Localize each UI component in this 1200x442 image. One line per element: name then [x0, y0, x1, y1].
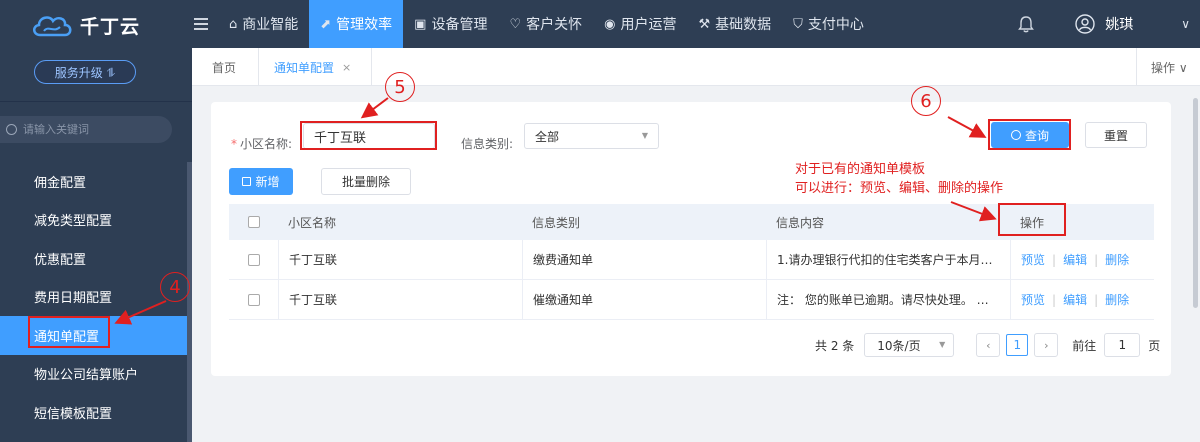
tab-notice-config[interactable]: 通知单配置 ×: [258, 48, 372, 86]
main-scrollbar[interactable]: [1190, 86, 1200, 442]
prev-page-button[interactable]: ‹: [976, 333, 1001, 357]
cell-type: 缴费通知单: [522, 240, 766, 279]
page-unit-label: 页: [1148, 338, 1161, 353]
scrollbar-thumb[interactable]: [1193, 98, 1198, 308]
annotation-box-community: [300, 121, 437, 150]
sidebar-item-commission[interactable]: 佣金配置: [0, 162, 188, 201]
annotation-box-query: [988, 119, 1071, 150]
table-row[interactable]: 千丁互联 缴费通知单 1.请办理银行代扣的住宅类客户于本月… 预览 | 编辑 |…: [229, 240, 1154, 280]
col-header-name: 小区名称: [288, 215, 337, 230]
goto-label: 前往: [1072, 338, 1097, 353]
search-icon: [6, 124, 17, 135]
nav-user-operations[interactable]: ◉ 用户运营: [593, 0, 687, 48]
page-number[interactable]: 1: [1006, 334, 1029, 356]
add-button[interactable]: 新增: [229, 168, 293, 195]
annotation-box-ops: [998, 203, 1066, 236]
row-checkbox[interactable]: [247, 253, 260, 266]
row-checkbox[interactable]: [247, 293, 260, 306]
nav-management-efficiency[interactable]: ⬈ 管理效率: [309, 0, 404, 48]
user-avatar-icon[interactable]: [1075, 14, 1095, 34]
wrench-icon: ⚒: [698, 16, 711, 32]
sidebar-item-settlement-account[interactable]: 物业公司结算账户: [0, 355, 188, 394]
annotation-note: 对于已有的通知单模板 可以进行：预览、编辑、删除的操作: [795, 162, 1004, 196]
top-navbar: ⌂ 商业智能 ⬈ 管理效率 ▣ 设备管理 ♡ 客户关怀 ◉ 用户运营 ⚒ 基础数据 ⛉ 支付中…: [192, 0, 1200, 48]
bell-icon[interactable]: [1017, 15, 1035, 33]
chart-icon: ⬈: [320, 16, 332, 32]
menu-toggle-icon[interactable]: [194, 15, 208, 33]
cell-name: 千丁互联: [278, 240, 522, 279]
chevron-down-icon: ▼: [939, 340, 946, 349]
user-ops-icon: ◉: [604, 16, 616, 32]
col-header-type: 信息类别: [532, 215, 581, 230]
pagination: 共 2 条 10条/页 ▼ ‹ 1 › 前往 1 页: [815, 333, 1160, 357]
sidebar-item-sms-template[interactable]: 短信模板配置: [0, 393, 188, 432]
sidebar: 千丁云 服务升级 ⥮ 佣金配置 减免类型配置 优惠配置 费用日期配置 通知单配置…: [0, 0, 192, 442]
annotation-number-4: 4: [160, 272, 190, 302]
page-size-select[interactable]: 10条/页 ▼: [864, 333, 955, 357]
sidebar-search[interactable]: [0, 116, 172, 143]
cell-ops: 预览 | 编辑 | 删除: [1010, 280, 1154, 319]
cell-content: 1.请办理银行代扣的住宅类客户于本月…: [766, 240, 1010, 279]
device-icon: ▣: [414, 16, 427, 32]
cell-name: 千丁互联: [278, 280, 522, 319]
sidebar-divider: [0, 101, 192, 102]
page-tabs: 首页 通知单配置 × 操作 ∨: [192, 48, 1200, 86]
edit-icon: [242, 177, 252, 186]
sidebar-item-reduction-types[interactable]: 减免类型配置: [0, 201, 188, 240]
edit-link[interactable]: 编辑: [1063, 251, 1087, 268]
delete-link[interactable]: 删除: [1105, 251, 1129, 268]
logo[interactable]: 千丁云: [30, 8, 140, 42]
total-count: 共 2 条: [815, 338, 855, 353]
preview-link[interactable]: 预览: [1021, 251, 1045, 268]
tabs-operations-menu[interactable]: 操作 ∨: [1136, 48, 1200, 86]
cloud-logo-icon: [33, 16, 72, 37]
separator: |: [1052, 292, 1057, 307]
nav-payment-center[interactable]: ⛉ 支付中心: [782, 0, 875, 48]
col-header-content: 信息内容: [776, 215, 825, 230]
shield-icon: ⛉: [793, 16, 803, 32]
info-type-label: 信息类别:: [461, 137, 514, 151]
separator: |: [1094, 292, 1099, 307]
building-icon: ⌂: [229, 16, 238, 32]
required-marker: *: [231, 137, 237, 151]
select-all-checkbox[interactable]: [247, 216, 260, 228]
tab-home[interactable]: 首页: [212, 48, 236, 86]
annotation-number-5: 5: [385, 72, 415, 102]
chevron-down-icon[interactable]: ∨: [1181, 17, 1190, 31]
annotation-box-sidebar: [28, 316, 110, 348]
preview-link[interactable]: 预览: [1021, 291, 1045, 308]
sidebar-item-discount[interactable]: 优惠配置: [0, 239, 188, 278]
info-type-select[interactable]: 全部 ▼: [524, 123, 659, 149]
sidebar-menu: 佣金配置 减免类型配置 优惠配置 费用日期配置 通知单配置 物业公司结算账户 短…: [0, 162, 188, 432]
next-page-button[interactable]: ›: [1034, 333, 1059, 357]
nav-business-intelligence[interactable]: ⌂ 商业智能: [218, 0, 309, 48]
separator: |: [1052, 252, 1057, 267]
nav-device-management[interactable]: ▣ 设备管理: [403, 0, 498, 48]
brand-name: 千丁云: [80, 15, 141, 38]
sidebar-search-input[interactable]: [23, 123, 163, 136]
upgrade-button[interactable]: 服务升级 ⥮: [34, 60, 136, 84]
delete-link[interactable]: 删除: [1105, 291, 1129, 308]
nav-base-data[interactable]: ⚒ 基础数据: [687, 0, 782, 48]
table-row[interactable]: 千丁互联 催缴通知单 注： 您的账单已逾期。请尽快处理。 … 预览 | 编辑 |…: [229, 280, 1154, 320]
separator: |: [1094, 252, 1099, 267]
close-icon[interactable]: ×: [342, 61, 351, 74]
cell-type: 催缴通知单: [522, 280, 766, 319]
user-name[interactable]: 姚琪: [1105, 14, 1133, 34]
heart-icon: ♡: [509, 16, 522, 32]
goto-page-input[interactable]: 1: [1104, 333, 1141, 357]
annotation-number-6: 6: [911, 86, 941, 116]
sidebar-scrollbar[interactable]: [187, 162, 192, 442]
cell-content: 注： 您的账单已逾期。请尽快处理。 …: [766, 280, 1010, 319]
top-right-area: 姚琪 ∨: [1017, 0, 1200, 48]
nav-customer-care[interactable]: ♡ 客户关怀: [498, 0, 593, 48]
reset-button[interactable]: 重置: [1085, 122, 1147, 148]
chevron-down-icon: ▼: [641, 131, 648, 140]
cell-ops: 预览 | 编辑 | 删除: [1010, 240, 1154, 279]
bulk-delete-button[interactable]: 批量删除: [321, 168, 411, 195]
edit-link[interactable]: 编辑: [1063, 291, 1087, 308]
community-label: * 小区名称:: [231, 137, 293, 151]
